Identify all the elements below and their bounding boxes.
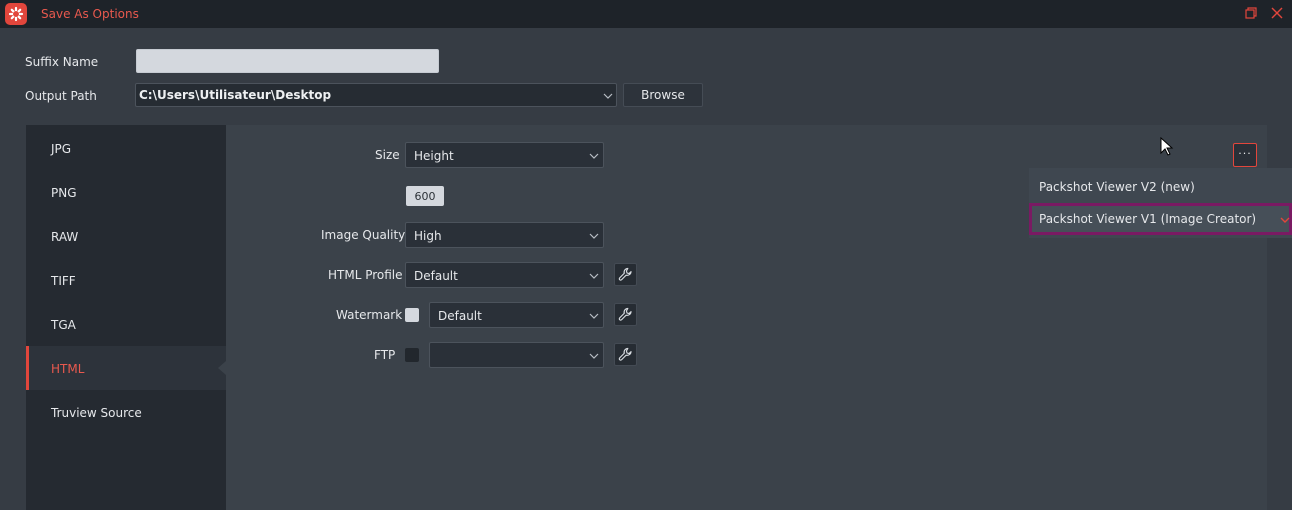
size-number-field[interactable]: 600 xyxy=(406,186,444,206)
ftp-settings-button[interactable] xyxy=(614,343,637,366)
close-icon[interactable] xyxy=(1270,6,1284,20)
menu-item-label: Packshot Viewer V1 (Image Creator) xyxy=(1039,212,1257,226)
chevron-down-icon xyxy=(1280,217,1290,223)
wrench-icon xyxy=(618,267,632,281)
chevron-down-icon xyxy=(589,273,599,279)
suffix-name-label: Suffix Name xyxy=(25,55,99,69)
title-bar: Save As Options xyxy=(0,0,1292,28)
sidebar-item-label: TGA xyxy=(51,318,76,332)
watermark-value: Default xyxy=(438,309,482,323)
sidebar-item-html[interactable]: HTML xyxy=(26,346,226,390)
sidebar-item-label: JPG xyxy=(51,142,72,156)
chevron-down-icon xyxy=(603,93,613,99)
html-profile-dropdown[interactable]: Default xyxy=(405,262,604,288)
window-title: Save As Options xyxy=(41,7,139,21)
html-profile-settings-button[interactable] xyxy=(614,263,637,286)
menu-item-packshot-viewer-v1[interactable]: Packshot Viewer V1 (Image Creator) xyxy=(1029,203,1292,235)
ftp-checkbox[interactable] xyxy=(405,348,419,362)
sidebar-item-label: RAW xyxy=(51,230,79,244)
ftp-label: FTP xyxy=(374,348,396,362)
active-tab-pointer xyxy=(218,361,226,375)
restore-icon[interactable] xyxy=(1244,6,1258,20)
sidebar-item-label: HTML xyxy=(51,362,85,376)
chevron-down-icon xyxy=(589,153,599,159)
size-dropdown[interactable]: Height xyxy=(405,142,604,168)
sidebar-item-label: TIFF xyxy=(51,274,76,288)
watermark-label: Watermark xyxy=(336,308,403,322)
watermark-dropdown[interactable]: Default xyxy=(429,302,604,328)
image-quality-value: High xyxy=(414,229,442,243)
sidebar-item-tiff[interactable]: TIFF xyxy=(26,258,226,302)
sidebar-item-tga[interactable]: TGA xyxy=(26,302,226,346)
app-logo-icon xyxy=(5,3,27,25)
menu-item-label: Packshot Viewer V2 (new) xyxy=(1039,180,1195,194)
browse-button[interactable]: Browse xyxy=(623,83,703,107)
html-profile-label: HTML Profile xyxy=(328,268,403,282)
sidebar-item-jpg[interactable]: JPG xyxy=(26,126,226,170)
size-label: Size xyxy=(375,148,400,162)
wrench-icon xyxy=(618,347,632,361)
menu-item-packshot-viewer-v2[interactable]: Packshot Viewer V2 (new) xyxy=(1029,170,1292,202)
format-sidebar: JPG PNG RAW TIFF TGA HTML Truview Source xyxy=(26,125,226,510)
more-options-button[interactable]: ··· xyxy=(1233,143,1257,167)
wrench-icon xyxy=(618,307,632,321)
chevron-down-icon xyxy=(589,313,599,319)
output-path-label: Output Path xyxy=(25,89,97,103)
output-path-value: C:\Users\Utilisateur\Desktop xyxy=(139,88,332,102)
ftp-dropdown[interactable] xyxy=(429,342,604,368)
size-value: Height xyxy=(414,149,454,163)
watermark-checkbox[interactable] xyxy=(405,308,419,322)
mouse-cursor-icon xyxy=(1160,137,1174,156)
output-path-select[interactable]: C:\Users\Utilisateur\Desktop xyxy=(135,83,617,107)
watermark-settings-button[interactable] xyxy=(614,303,637,326)
sidebar-item-label: PNG xyxy=(51,186,77,200)
html-profile-value: Default xyxy=(414,269,458,283)
sidebar-item-raw[interactable]: RAW xyxy=(26,214,226,258)
chevron-down-icon xyxy=(589,353,599,359)
sidebar-item-truview-source[interactable]: Truview Source xyxy=(26,390,226,434)
sidebar-item-png[interactable]: PNG xyxy=(26,170,226,214)
chevron-down-icon xyxy=(589,233,599,239)
sidebar-item-label: Truview Source xyxy=(51,406,142,420)
suffix-name-input[interactable] xyxy=(136,49,439,73)
image-quality-dropdown[interactable]: High xyxy=(405,222,604,248)
image-quality-label: Image Quality xyxy=(321,228,406,242)
